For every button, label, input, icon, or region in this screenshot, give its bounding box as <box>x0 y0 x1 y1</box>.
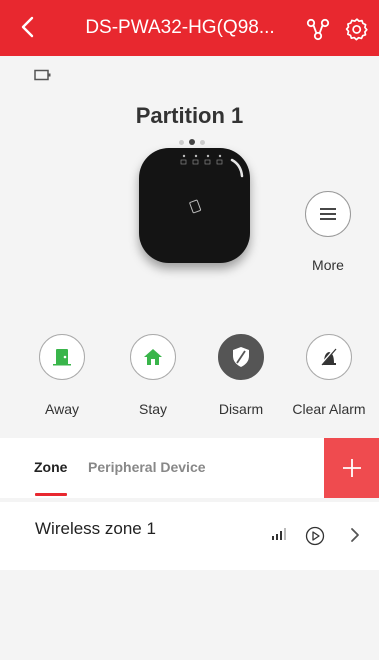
battery-icon <box>34 69 51 81</box>
zone-name: Wireless zone 1 <box>35 519 156 538</box>
add-zone-button[interactable] <box>324 438 379 498</box>
hub-detail-icon <box>180 154 244 214</box>
partition-title: Partition 1 <box>135 103 244 128</box>
chevron-right-icon[interactable] <box>348 527 362 543</box>
zone-list-item[interactable]: Wireless zone 1 <box>0 502 379 570</box>
clear-alarm-action[interactable]: Clear Alarm <box>283 334 375 417</box>
stay-label: Stay <box>138 401 167 417</box>
tabs-bar: Zone Peripheral Device <box>0 438 379 498</box>
play-icon[interactable] <box>305 526 325 546</box>
clear-alarm-label: Clear Alarm <box>292 401 366 417</box>
device-title: DS-PWA32-HG(Q98... <box>85 17 275 38</box>
tab-active-indicator <box>35 493 67 496</box>
tab-peripheral-device[interactable]: Peripheral Device <box>88 459 206 475</box>
chevron-left-icon <box>21 16 34 38</box>
away-door-icon <box>53 349 71 366</box>
page-dot <box>200 139 205 145</box>
clear-alarm-button[interactable] <box>306 334 352 380</box>
away-action[interactable]: Away <box>16 334 108 417</box>
share-nodes-icon <box>306 18 330 41</box>
page-dot <box>179 139 184 145</box>
hub-device-image <box>139 148 250 263</box>
stay-action[interactable]: Stay <box>107 334 199 417</box>
disarm-shield-icon <box>233 347 249 367</box>
disarm-button[interactable] <box>218 334 264 380</box>
disarm-label: Disarm <box>218 401 264 417</box>
page-dot-active <box>189 139 195 145</box>
disarm-action[interactable]: Disarm <box>195 334 287 417</box>
top-bar: DS-PWA32-HG(Q98... <box>0 0 379 56</box>
signal-strength-icon <box>272 528 286 540</box>
page-indicator <box>172 137 212 147</box>
away-label: Away <box>45 401 79 417</box>
stay-button[interactable] <box>130 334 176 380</box>
more-label: More <box>312 257 344 273</box>
stay-home-icon <box>144 349 162 365</box>
share-button[interactable] <box>303 14 333 44</box>
plus-icon <box>342 459 361 477</box>
more-button[interactable] <box>305 191 351 237</box>
gear-icon <box>345 18 368 41</box>
back-button[interactable] <box>10 10 44 44</box>
settings-button[interactable] <box>341 13 373 45</box>
menu-icon <box>320 208 336 220</box>
away-button[interactable] <box>39 334 85 380</box>
tab-zone[interactable]: Zone <box>34 459 67 475</box>
clear-alarm-icon <box>320 348 337 366</box>
